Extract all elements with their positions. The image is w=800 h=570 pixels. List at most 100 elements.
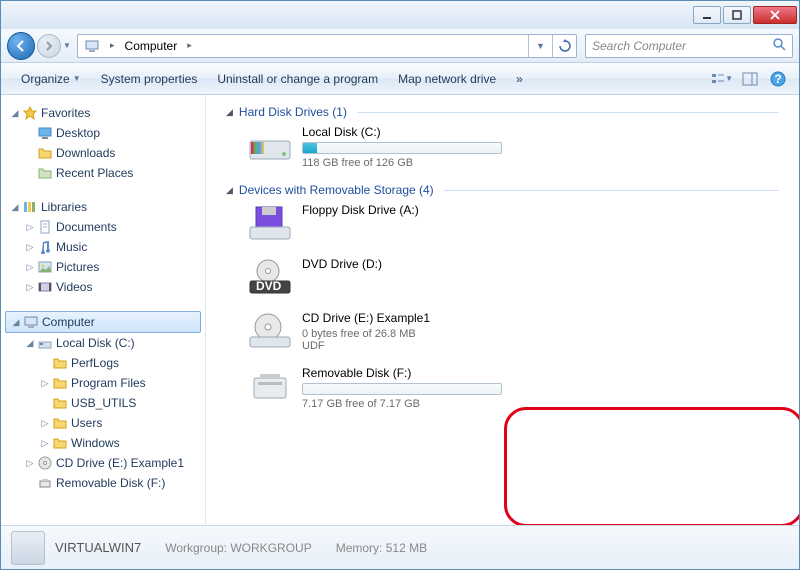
breadcrumb-arrow-icon[interactable]: ▸ — [106, 40, 119, 51]
preview-pane-button[interactable] — [739, 68, 761, 90]
drive-name: Removable Disk (F:) — [302, 366, 502, 380]
hard-drive-icon — [246, 125, 294, 165]
cd-drive-icon — [246, 311, 294, 351]
address-dropdown-button[interactable]: ▼ — [528, 35, 552, 57]
tree-users[interactable]: ▷Users — [5, 413, 201, 433]
tree-cd-drive-e[interactable]: ▷CD Drive (E:) Example1 — [5, 453, 201, 473]
tree-perflogs[interactable]: PerfLogs — [5, 353, 201, 373]
nav-history-dropdown[interactable]: ▼ — [61, 34, 73, 58]
drive-free-space: 7.17 GB free of 7.17 GB — [302, 398, 502, 410]
tree-removable-disk-f[interactable]: Removable Disk (F:) — [5, 473, 201, 493]
tree-pictures[interactable]: ▷Pictures — [5, 257, 201, 277]
collapse-icon[interactable]: ◢ — [226, 185, 233, 196]
tree-favorites[interactable]: ◢ Favorites — [5, 103, 201, 123]
pictures-icon — [36, 260, 54, 274]
collapse-icon[interactable]: ◢ — [10, 317, 22, 328]
tree-program-files[interactable]: ▷Program Files — [5, 373, 201, 393]
capacity-bar — [302, 383, 502, 395]
drive-free-space: 118 GB free of 126 GB — [302, 157, 502, 169]
expand-icon[interactable]: ▷ — [39, 418, 51, 429]
close-button[interactable] — [753, 6, 797, 24]
expand-icon[interactable]: ▷ — [24, 458, 36, 469]
tree-libraries[interactable]: ◢ Libraries — [5, 197, 201, 217]
breadcrumb-computer[interactable]: Computer — [119, 35, 184, 57]
search-placeholder: Search Computer — [592, 39, 686, 53]
tree-recent-places[interactable]: Recent Places — [5, 163, 201, 183]
svg-text:?: ? — [774, 72, 781, 86]
help-button[interactable]: ? — [767, 68, 789, 90]
minimize-button[interactable] — [693, 6, 721, 24]
tree-downloads[interactable]: Downloads — [5, 143, 201, 163]
favorites-icon — [21, 106, 39, 120]
navigation-pane: ◢ Favorites Desktop Downloads Recent Pla… — [1, 95, 206, 525]
floppy-drive-icon — [246, 203, 294, 243]
computer-large-icon — [11, 531, 45, 565]
expand-icon[interactable]: ▷ — [39, 378, 51, 389]
tree-local-disk-c[interactable]: ◢Local Disk (C:) — [5, 333, 201, 353]
drive-removable-f[interactable]: Removable Disk (F:) 7.17 GB free of 7.17… — [246, 366, 779, 410]
tree-music[interactable]: ▷Music — [5, 237, 201, 257]
computer-icon — [22, 315, 40, 329]
search-icon — [772, 37, 786, 54]
desktop-icon — [36, 126, 54, 140]
status-memory-label: Memory: — [336, 541, 383, 555]
maximize-button[interactable] — [723, 6, 751, 24]
tree-computer[interactable]: ◢ Computer — [5, 311, 201, 333]
system-properties-button[interactable]: System properties — [91, 63, 208, 94]
toolbar-overflow-button[interactable]: » — [506, 63, 533, 94]
collapse-icon[interactable]: ◢ — [24, 338, 36, 349]
forward-button[interactable] — [37, 34, 61, 58]
group-removable-storage[interactable]: ◢ Devices with Removable Storage (4) — [226, 183, 779, 197]
navigation-bar: ▼ ▸ Computer ▸ ▼ Search Computer — [1, 29, 799, 63]
expand-icon[interactable]: ▷ — [24, 242, 36, 253]
expand-icon[interactable]: ▷ — [24, 262, 36, 273]
status-workgroup-value: WORKGROUP — [230, 541, 311, 555]
drive-dvd-d[interactable]: DVD DVD Drive (D:) — [246, 257, 779, 297]
tree-usb-utils[interactable]: USB_UTILS — [5, 393, 201, 413]
back-button[interactable] — [7, 32, 35, 60]
svg-text:DVD: DVD — [256, 279, 282, 293]
folder-icon — [51, 436, 69, 450]
tree-windows[interactable]: ▷Windows — [5, 433, 201, 453]
drive-name: DVD Drive (D:) — [302, 257, 502, 271]
command-bar: Organize▼ System properties Uninstall or… — [1, 63, 799, 95]
expand-icon[interactable]: ▷ — [39, 438, 51, 449]
drive-filesystem: UDF — [302, 340, 502, 352]
capacity-bar — [302, 142, 502, 154]
details-pane: VIRTUALWIN7 Workgroup: WORKGROUP Memory:… — [1, 525, 799, 569]
organize-button[interactable]: Organize▼ — [11, 63, 91, 94]
group-hard-disk-drives[interactable]: ◢ Hard Disk Drives (1) — [226, 105, 779, 119]
drive-local-disk-c[interactable]: Local Disk (C:) 118 GB free of 126 GB — [246, 125, 779, 169]
address-bar[interactable]: ▸ Computer ▸ ▼ — [77, 34, 577, 58]
map-network-drive-button[interactable]: Map network drive — [388, 63, 506, 94]
folder-icon — [51, 416, 69, 430]
collapse-icon[interactable]: ◢ — [9, 108, 21, 119]
collapse-icon[interactable]: ◢ — [226, 107, 233, 118]
collapse-icon[interactable]: ◢ — [9, 202, 21, 213]
content-pane: ◢ Hard Disk Drives (1) Local Disk (C:) 1… — [206, 95, 799, 525]
libraries-icon — [21, 200, 39, 214]
folder-icon — [51, 376, 69, 390]
drive-icon — [36, 336, 54, 350]
breadcrumb-arrow-icon[interactable]: ▸ — [183, 40, 196, 51]
drive-cd-e[interactable]: CD Drive (E:) Example1 0 bytes free of 2… — [246, 311, 779, 352]
drive-name: Local Disk (C:) — [302, 125, 502, 139]
view-options-button[interactable]: ▼ — [711, 68, 733, 90]
tree-videos[interactable]: ▷Videos — [5, 277, 201, 297]
uninstall-program-button[interactable]: Uninstall or change a program — [207, 63, 388, 94]
computer-icon — [78, 35, 106, 57]
drive-free-space: 0 bytes free of 26.8 MB — [302, 328, 502, 340]
dvd-drive-icon: DVD — [246, 257, 294, 297]
drive-floppy-a[interactable]: Floppy Disk Drive (A:) — [246, 203, 779, 243]
status-memory-value: 512 MB — [386, 541, 427, 555]
expand-icon[interactable]: ▷ — [24, 282, 36, 293]
tree-desktop[interactable]: Desktop — [5, 123, 201, 143]
search-box[interactable]: Search Computer — [585, 34, 793, 58]
documents-icon — [36, 220, 54, 234]
tree-documents[interactable]: ▷Documents — [5, 217, 201, 237]
expand-icon[interactable]: ▷ — [24, 222, 36, 233]
removable-disk-icon — [246, 366, 294, 406]
refresh-button[interactable] — [552, 35, 576, 57]
videos-icon — [36, 280, 54, 294]
music-icon — [36, 240, 54, 254]
